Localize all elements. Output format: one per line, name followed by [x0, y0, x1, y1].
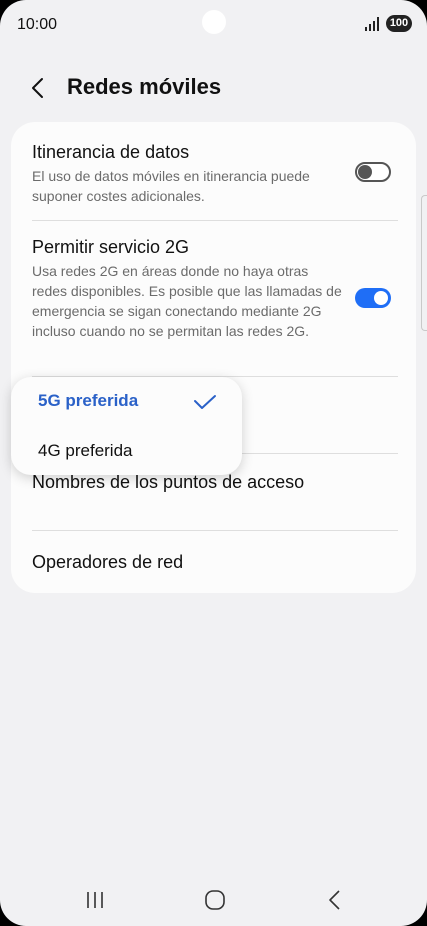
service-2g-title: Permitir servicio 2G: [32, 237, 190, 257]
network-mode-dropdown: 5G preferida 4G preferida: [11, 377, 242, 475]
service-2g-toggle[interactable]: [355, 288, 391, 308]
network-operators-setting[interactable]: Operadores de red: [32, 550, 398, 574]
status-time: 10:00: [17, 16, 58, 33]
recent-apps-icon: [87, 892, 103, 908]
navigation-bar: [0, 878, 427, 922]
roaming-setting[interactable]: Itinerancia de datos El uso de datos móv…: [32, 140, 398, 206]
divider: [32, 220, 398, 221]
nav-back-button[interactable]: [320, 888, 350, 917]
back-icon: [329, 890, 340, 910]
settings-card: Itinerancia de datos El uso de datos móv…: [11, 122, 416, 593]
home-button[interactable]: [200, 888, 230, 917]
camera-cutout: [202, 10, 226, 34]
option-4g-preferred[interactable]: 4G preferida: [38, 441, 133, 461]
divider: [32, 530, 398, 531]
battery-icon: 100: [386, 15, 412, 32]
chevron-left-icon: [32, 78, 43, 98]
phone-screen: 10:00 100 Redes móviles Itinerancia de d…: [0, 0, 427, 926]
network-operators-title: Operadores de red: [32, 552, 184, 572]
option-5g-preferred[interactable]: 5G preferida: [38, 391, 138, 411]
toggle-knob: [358, 165, 372, 179]
checkmark-icon: [194, 395, 216, 409]
status-bar: 10:00 100: [0, 0, 427, 50]
scroll-handle[interactable]: [421, 195, 427, 331]
back-button[interactable]: [30, 76, 48, 100]
home-icon: [205, 890, 225, 910]
app-header: Redes móviles: [0, 68, 427, 108]
roaming-description: El uso de datos móviles en itinerancia p…: [32, 168, 310, 204]
signal-icon: [365, 17, 381, 31]
roaming-title: Itinerancia de datos: [32, 142, 190, 162]
roaming-toggle[interactable]: [355, 162, 391, 182]
page-title: Redes móviles: [67, 74, 222, 99]
service-2g-setting[interactable]: Permitir servicio 2G Usa redes 2G en áre…: [32, 235, 398, 341]
toggle-knob: [374, 291, 388, 305]
recent-apps-button[interactable]: [80, 888, 110, 917]
service-2g-description: Usa redes 2G en áreas donde no haya otra…: [32, 263, 342, 339]
